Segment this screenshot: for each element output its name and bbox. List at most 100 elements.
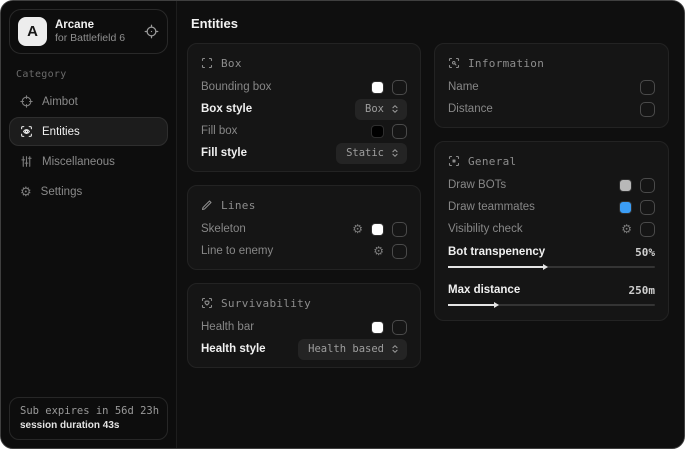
row-draw-bots: Draw BOTs xyxy=(448,174,655,196)
app-logo: A xyxy=(18,17,47,46)
color-swatch[interactable] xyxy=(619,179,632,192)
row-label: Skeleton xyxy=(201,223,352,235)
row-draw-teammates: Draw teammates xyxy=(448,196,655,218)
name-checkbox[interactable] xyxy=(640,80,655,95)
card-general: General Draw BOTs Draw teammates xyxy=(434,141,669,321)
card-box: Box Bounding box Box style Box xyxy=(187,43,421,172)
sidebar-item-label: Entities xyxy=(42,126,80,138)
card-survivability: Survivability Health bar Health style xyxy=(187,283,421,368)
row-label: Fill box xyxy=(201,125,371,137)
slider-label: Bot transpenency xyxy=(448,246,635,258)
scan-search-icon xyxy=(448,57,460,69)
row-skeleton: Skeleton ⚙ xyxy=(201,218,407,240)
row-label: Health style xyxy=(201,343,298,355)
health-bar-checkbox[interactable] xyxy=(392,320,407,335)
row-label: Draw teammates xyxy=(448,201,619,213)
row-label: Distance xyxy=(448,103,640,115)
slider-value: 50% xyxy=(635,246,655,259)
sidebar-item-label: Settings xyxy=(41,186,83,198)
bot-transpenency-group: Bot transpenency 50% xyxy=(448,242,655,271)
dropdown-value: Health based xyxy=(308,343,384,355)
row-fill-style: Fill style Static xyxy=(201,142,407,164)
card-lines: Lines Skeleton ⚙ Line to enemy ⚙ xyxy=(187,185,421,270)
card-title: Survivability xyxy=(221,297,311,310)
sidebar-item-settings[interactable]: ⚙ Settings xyxy=(9,177,168,206)
sidebar-item-label: Miscellaneous xyxy=(42,156,115,168)
line-to-enemy-checkbox[interactable] xyxy=(392,244,407,259)
sidebar-item-miscellaneous[interactable]: Miscellaneous xyxy=(9,147,168,176)
row-label: Visibility check xyxy=(448,223,621,235)
row-label: Health bar xyxy=(201,321,371,333)
dropdown-value: Box xyxy=(365,103,384,115)
card-title: Lines xyxy=(221,199,256,212)
page-title: Entities xyxy=(191,16,669,31)
row-distance: Distance xyxy=(448,98,655,120)
subscription-card: Sub expires in 56d 23h session duration … xyxy=(9,397,168,440)
bounding-box-checkbox[interactable] xyxy=(392,80,407,95)
scan-brackets-icon xyxy=(201,57,213,69)
app-name: Arcane xyxy=(55,18,125,32)
main-panel: Entities Box Bounding box xyxy=(177,1,684,448)
gear-icon[interactable]: ⚙ xyxy=(373,245,384,257)
sub-expiry-text: Sub expires in 56d 23h xyxy=(20,405,157,417)
row-visibility-check: Visibility check ⚙ xyxy=(448,218,655,240)
draw-bots-checkbox[interactable] xyxy=(640,178,655,193)
sidebar-item-entities[interactable]: Entities xyxy=(9,117,168,146)
row-health-style: Health style Health based xyxy=(201,338,407,360)
row-bounding-box: Bounding box xyxy=(201,76,407,98)
sidebar-item-label: Aimbot xyxy=(42,96,78,108)
card-title: General xyxy=(468,155,516,168)
distance-checkbox[interactable] xyxy=(640,102,655,117)
slider-fill xyxy=(448,266,543,268)
row-label: Bounding box xyxy=(201,81,371,93)
color-swatch[interactable] xyxy=(371,321,384,334)
chevrons-up-down-icon xyxy=(390,148,400,158)
color-swatch[interactable] xyxy=(371,81,384,94)
bot-transpenency-slider[interactable] xyxy=(448,263,655,271)
row-health-bar: Health bar xyxy=(201,316,407,338)
slider-label: Max distance xyxy=(448,284,629,296)
max-distance-slider[interactable] xyxy=(448,301,655,309)
draw-teammates-checkbox[interactable] xyxy=(640,200,655,215)
visibility-check-checkbox[interactable] xyxy=(640,222,655,237)
row-name: Name xyxy=(448,76,655,98)
box-style-dropdown[interactable]: Box xyxy=(355,99,407,120)
card-title: Box xyxy=(221,57,242,70)
row-label: Name xyxy=(448,81,640,93)
app-title-block: Arcane for Battlefield 6 xyxy=(55,18,125,46)
row-label: Box style xyxy=(201,103,355,115)
pencil-icon xyxy=(201,199,213,211)
scan-eye-icon xyxy=(20,125,33,138)
sidebar-item-aimbot[interactable]: Aimbot xyxy=(9,87,168,116)
row-line-to-enemy: Line to enemy ⚙ xyxy=(201,240,407,262)
row-label: Fill style xyxy=(201,147,336,159)
fill-box-checkbox[interactable] xyxy=(392,124,407,139)
slider-fill xyxy=(448,304,494,306)
color-swatch[interactable] xyxy=(371,125,384,138)
gear-icon: ⚙ xyxy=(20,185,32,198)
scan-grid-icon xyxy=(448,155,460,167)
fill-style-dropdown[interactable]: Static xyxy=(336,143,407,164)
chevrons-up-down-icon xyxy=(390,344,400,354)
session-duration-text: session duration 43s xyxy=(20,420,157,431)
skeleton-checkbox[interactable] xyxy=(392,222,407,237)
row-label: Draw BOTs xyxy=(448,179,619,191)
max-distance-group: Max distance 250m xyxy=(448,280,655,309)
gear-icon[interactable]: ⚙ xyxy=(352,223,363,235)
app-window: A Arcane for Battlefield 6 Category xyxy=(0,0,685,449)
sidebar-nav: Aimbot Entities Miscella xyxy=(9,87,168,206)
category-label: Category xyxy=(16,69,162,80)
card-information: Information Name Distance xyxy=(434,43,669,128)
slider-value: 250m xyxy=(629,284,656,297)
gear-icon[interactable]: ⚙ xyxy=(621,223,632,235)
color-swatch[interactable] xyxy=(371,223,384,236)
row-label: Line to enemy xyxy=(201,245,373,257)
dropdown-value: Static xyxy=(346,147,384,159)
row-fill-box: Fill box xyxy=(201,120,407,142)
crosshair-icon xyxy=(20,95,33,108)
color-swatch[interactable] xyxy=(619,201,632,214)
sliders-icon xyxy=(20,155,33,168)
card-title: Information xyxy=(468,57,544,70)
target-icon[interactable] xyxy=(144,24,159,39)
health-style-dropdown[interactable]: Health based xyxy=(298,339,407,360)
